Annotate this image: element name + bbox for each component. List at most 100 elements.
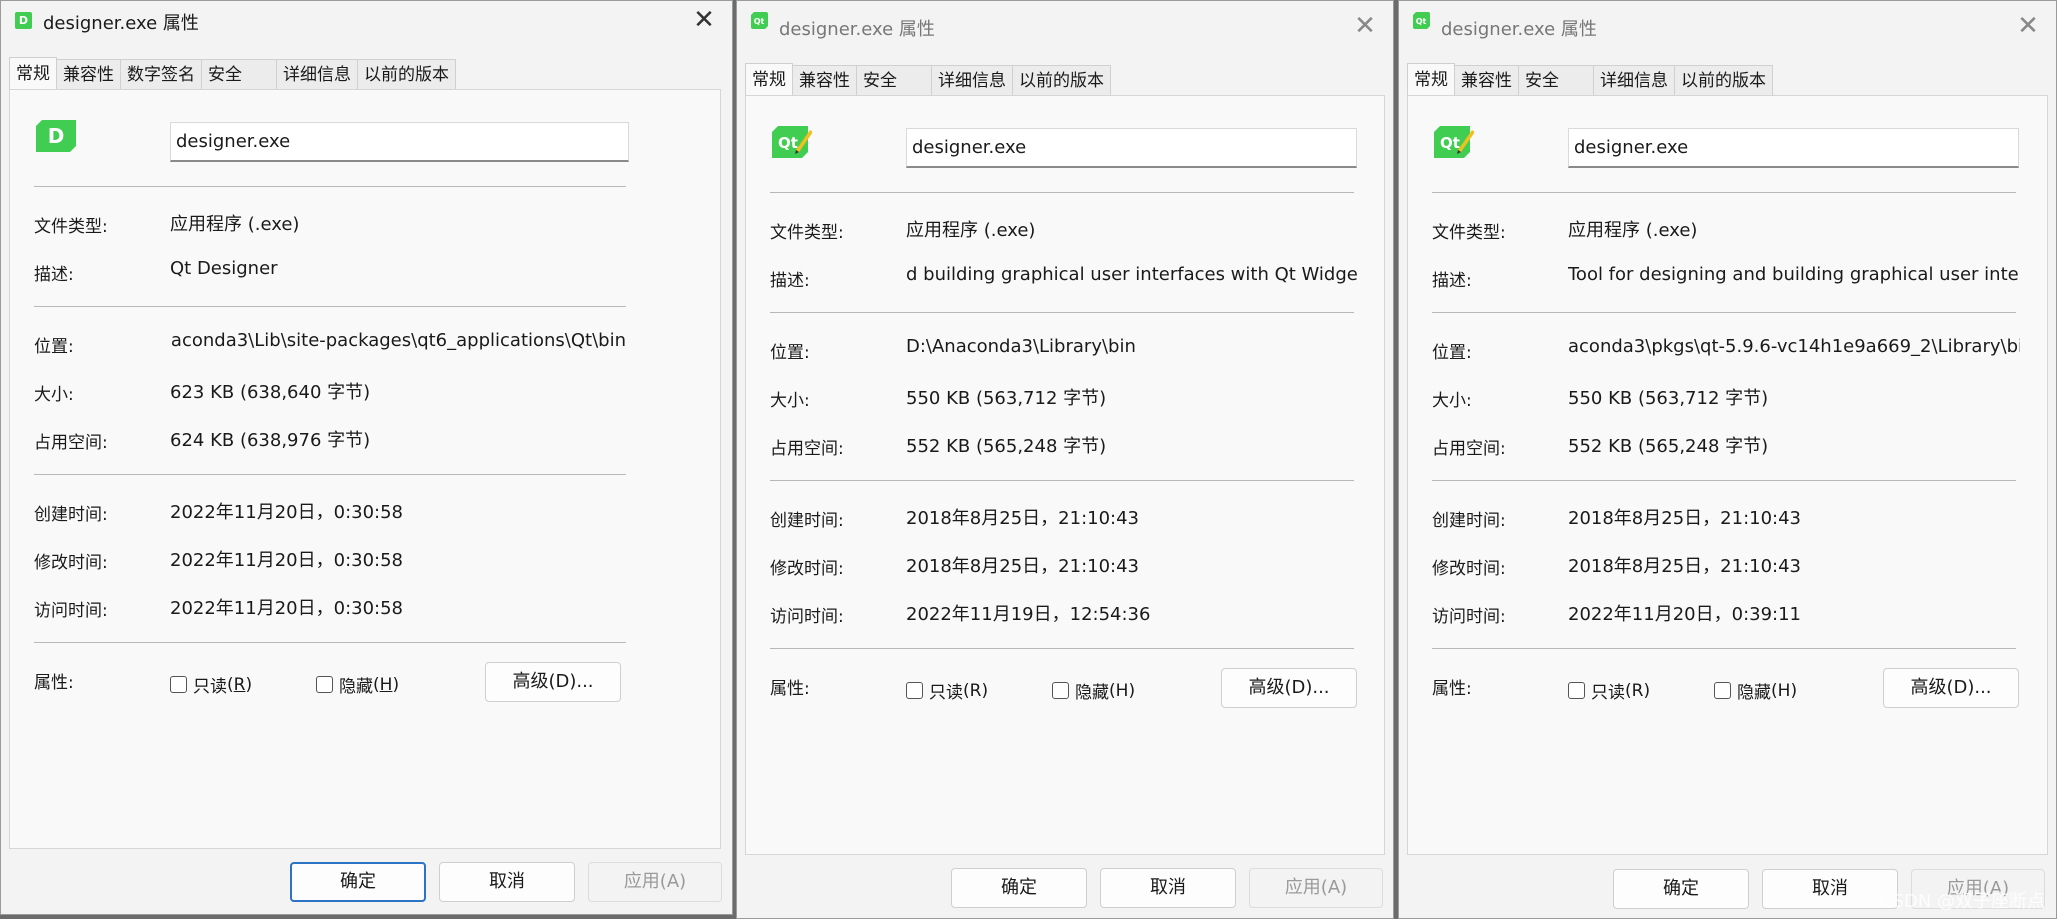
checkbox-box[interactable]	[1568, 682, 1585, 699]
description-value[interactable]: d building graphical user interfaces wit…	[906, 264, 1358, 285]
tab-security[interactable]: 安全	[1518, 65, 1594, 95]
tab-details[interactable]: 详细信息	[276, 59, 358, 89]
size-label: 大小:	[1432, 391, 1472, 411]
readonly-text: 只读	[1591, 683, 1625, 703]
file-name-input[interactable]	[906, 128, 1357, 168]
modified-label: 修改时间:	[1432, 559, 1506, 579]
separator	[34, 642, 626, 643]
attributes-label: 属性:	[770, 679, 810, 699]
size-label: 大小:	[770, 391, 810, 411]
qt-logo-app-icon: Qt	[1413, 12, 1430, 29]
modified-value: 2018年8月25日，21:10:43	[906, 556, 1140, 577]
accessed-value: 2022年11月20日，0:39:11	[1568, 604, 1802, 625]
svg-text:Qt: Qt	[778, 134, 798, 152]
tab-security[interactable]: 安全	[201, 59, 277, 89]
tab-compatibility[interactable]: 兼容性	[1454, 65, 1519, 95]
modified-label: 修改时间:	[770, 559, 844, 579]
tab-previous-versions[interactable]: 以前的版本	[1674, 65, 1773, 95]
location-value[interactable]: aconda3\pkgs\qt-5.9.6-vc14h1e9a669_2\Lib…	[1568, 336, 2020, 357]
file-name-input[interactable]	[170, 122, 629, 162]
tab-details[interactable]: 详细信息	[931, 65, 1013, 95]
description-value[interactable]: Tool for designing and building graphica…	[1568, 264, 2020, 285]
close-button[interactable]: ✕	[686, 3, 722, 39]
readonly-text: 只读	[193, 677, 227, 697]
cancel-button[interactable]: 取消	[439, 862, 575, 902]
hidden-checkbox[interactable]: 隐藏 (H)	[316, 672, 399, 697]
readonly-checkbox[interactable]: 只读 (R)	[906, 678, 988, 703]
modified-label: 修改时间:	[34, 553, 108, 573]
separator	[770, 312, 1354, 313]
checkbox-box[interactable]	[170, 676, 187, 693]
readonly-checkbox[interactable]: 只读 (R)	[170, 672, 252, 697]
qt-designer-app-icon: D	[15, 12, 32, 29]
checkbox-box[interactable]	[1052, 682, 1069, 699]
readonly-checkbox[interactable]: 只读 (R)	[1568, 678, 1650, 703]
tab-security[interactable]: 安全	[856, 65, 932, 95]
tab-general[interactable]: 常规	[9, 57, 57, 89]
advanced-button[interactable]: 高级(D)...	[1883, 668, 2019, 708]
window-title: designer.exe 属性	[779, 19, 935, 40]
checkbox-box[interactable]	[1714, 682, 1731, 699]
svg-text:Qt: Qt	[1440, 134, 1460, 152]
tab-previous-versions[interactable]: 以前的版本	[1012, 65, 1111, 95]
separator	[1432, 312, 2016, 313]
tab-compatibility[interactable]: 兼容性	[792, 65, 857, 95]
description-label: 描述:	[1432, 271, 1472, 291]
size-value: 550 KB (563,712 字节)	[906, 388, 1107, 409]
title-bar[interactable]: D designer.exe 属性 ✕	[1, 1, 732, 43]
tab-previous-versions[interactable]: 以前的版本	[357, 59, 456, 89]
hidden-checkbox[interactable]: 隐藏 (H)	[1052, 678, 1135, 703]
cancel-button[interactable]: 取消	[1762, 869, 1898, 909]
title-bar[interactable]: Qt designer.exe 属性 ✕	[737, 1, 1393, 43]
description-value: Qt Designer	[170, 258, 278, 279]
location-value[interactable]: D:\Anaconda3\Lib\site-packages\qt6_appli…	[170, 330, 626, 351]
accessed-value: 2022年11月20日，0:30:58	[170, 598, 404, 619]
ok-button[interactable]: 确定	[1613, 869, 1749, 909]
ok-button[interactable]: 确定	[951, 868, 1087, 908]
tab-digital-signatures[interactable]: 数字签名	[120, 59, 202, 89]
attributes-label: 属性:	[34, 673, 74, 693]
hidden-text: 隐藏	[339, 677, 373, 697]
size-on-disk-value: 624 KB (638,976 字节)	[170, 430, 371, 451]
file-type-label: 文件类型:	[34, 217, 108, 237]
advanced-button[interactable]: 高级(D)...	[485, 662, 621, 702]
attributes-label: 属性:	[1432, 679, 1472, 699]
size-on-disk-label: 占用空间:	[34, 433, 108, 453]
tab-compatibility[interactable]: 兼容性	[56, 59, 121, 89]
hidden-text: 隐藏	[1737, 683, 1771, 703]
separator	[770, 192, 1354, 193]
readonly-text: 只读	[929, 683, 963, 703]
qt-logo-pencil-icon: Qt	[1434, 126, 1474, 158]
tab-general[interactable]: 常规	[745, 63, 793, 95]
checkbox-box[interactable]	[906, 682, 923, 699]
general-panel: D 文件类型: 应用程序 (.exe) 描述: Qt Designer 位置: …	[9, 89, 721, 849]
file-type-value: 应用程序 (.exe)	[906, 220, 1036, 241]
separator	[1432, 192, 2016, 193]
csdn-watermark: CSDN @双子座断点	[1879, 891, 2045, 912]
ok-button[interactable]: 确定	[290, 862, 426, 902]
close-button[interactable]: ✕	[2010, 9, 2046, 45]
tab-details[interactable]: 详细信息	[1593, 65, 1675, 95]
description-label: 描述:	[34, 265, 74, 285]
advanced-button[interactable]: 高级(D)...	[1221, 668, 1357, 708]
qt-designer-d-icon: D	[36, 120, 76, 152]
file-type-label: 文件类型:	[770, 223, 844, 243]
properties-dialog-1: D designer.exe 属性 ✕ 常规 兼容性 数字签名 安全 详细信息 …	[0, 0, 733, 915]
size-value: 623 KB (638,640 字节)	[170, 382, 371, 403]
qt-logo-app-icon: Qt	[751, 12, 768, 29]
location-value[interactable]: D:\Anaconda3\Library\bin	[906, 336, 1358, 357]
apply-button[interactable]: 应用(A)	[1249, 868, 1383, 908]
checkbox-box[interactable]	[316, 676, 333, 693]
separator	[34, 186, 626, 187]
general-panel: Qt 文件类型: 应用程序 (.exe) 描述: Tool for design…	[1407, 95, 2048, 855]
hidden-checkbox[interactable]: 隐藏 (H)	[1714, 678, 1797, 703]
tab-general[interactable]: 常规	[1407, 63, 1455, 95]
close-button[interactable]: ✕	[1347, 9, 1383, 45]
apply-button[interactable]: 应用(A)	[588, 862, 722, 902]
created-label: 创建时间:	[770, 511, 844, 531]
separator	[34, 306, 626, 307]
separator	[1432, 480, 2016, 481]
cancel-button[interactable]: 取消	[1100, 868, 1236, 908]
file-name-input[interactable]	[1568, 128, 2019, 168]
title-bar[interactable]: Qt designer.exe 属性 ✕	[1399, 1, 2056, 43]
